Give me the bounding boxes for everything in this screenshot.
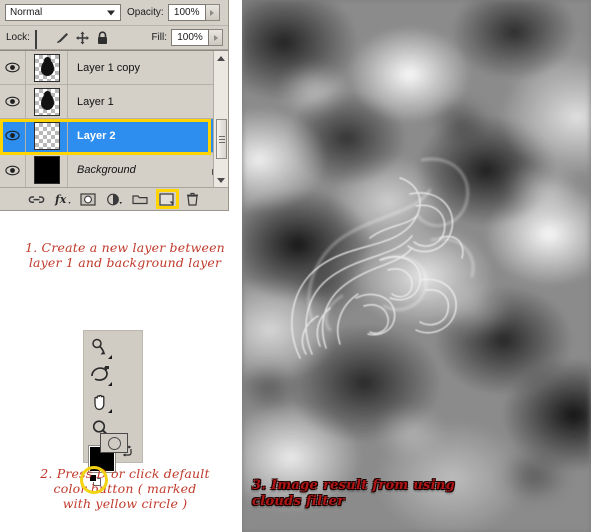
lock-all-icon[interactable] (95, 30, 110, 45)
layer-visibility-toggle[interactable] (0, 153, 26, 187)
eye-icon (5, 165, 20, 175)
lock-label: Lock: (6, 32, 30, 43)
lock-row: Lock: Fill: 100% (0, 26, 228, 50)
scroll-up-button[interactable] (214, 51, 228, 65)
layers-panel: Normal Opacity: 100% Lock: Fill: 100% La… (0, 0, 229, 211)
layer-name: Background (77, 164, 136, 176)
layer-visibility-toggle[interactable] (0, 119, 26, 152)
layer-thumbnail (33, 87, 60, 116)
table-row[interactable]: Layer 1 copy (0, 51, 228, 85)
scroll-down-button[interactable] (214, 173, 228, 187)
fill-input[interactable]: 100% (171, 29, 209, 46)
layer-thumbnail-cell[interactable] (26, 153, 68, 187)
layer-visibility-toggle[interactable] (0, 51, 26, 84)
lock-transparency-icon[interactable] (34, 29, 50, 49)
caption-step-3: 3. Image result from using clouds filter (252, 478, 456, 509)
svg-text:fx: fx (54, 193, 67, 206)
fill-stepper-button[interactable] (209, 29, 223, 46)
layers-panel-toolbar: fx (0, 187, 228, 210)
hand-tool-icon[interactable] (86, 388, 114, 415)
blend-mode-select[interactable]: Normal (5, 4, 121, 21)
new-group-icon[interactable] (132, 191, 149, 207)
opacity-label: Opacity: (127, 7, 164, 18)
opacity-stepper-button[interactable] (205, 4, 220, 21)
tools-grid (84, 331, 142, 442)
eye-icon (5, 96, 20, 107)
layer-thumbnail-cell[interactable] (26, 119, 68, 152)
clouds-filter-result-image: 3. Image result from using clouds filter (242, 0, 591, 532)
layer-thumbnail (33, 53, 60, 82)
layer-style-fx-icon[interactable]: fx (54, 191, 71, 207)
table-row[interactable]: Background (0, 153, 228, 187)
layer-thumbnail-cell[interactable] (26, 51, 68, 84)
link-layers-icon[interactable] (28, 191, 45, 207)
triangle-up-icon (217, 55, 225, 61)
triangle-right-icon (210, 9, 215, 16)
triangle-right-icon (213, 34, 218, 41)
delete-layer-icon[interactable] (184, 191, 201, 207)
tools-panel (80, 330, 143, 494)
chevron-down-icon (107, 10, 115, 15)
layer-name: Layer 2 (77, 129, 116, 142)
blur-tool-icon[interactable] (86, 361, 114, 388)
caption-step-1: 1. Create a new layer between layer 1 an… (25, 240, 225, 270)
new-layer-icon[interactable] (158, 191, 175, 207)
layer-thumbnail (33, 156, 60, 184)
layer-name: Layer 1 (77, 95, 114, 108)
layer-thumbnail-cell[interactable] (26, 85, 68, 118)
layers-scrollbar[interactable] (213, 51, 228, 187)
layer-list: Layer 1 copy Layer 1 Layer 2 Background (0, 50, 228, 187)
yellow-circle-annotation (80, 466, 108, 494)
table-row[interactable]: Layer 1 (0, 85, 228, 119)
eye-icon (5, 130, 20, 141)
caption-step-2: 2. Press D or click default color button… (40, 466, 210, 511)
eye-icon (5, 62, 20, 73)
add-layer-mask-icon[interactable] (80, 191, 97, 207)
lock-image-icon[interactable] (55, 31, 70, 45)
smoke-face-wisps (307, 157, 475, 332)
table-row-selected[interactable]: Layer 2 (0, 119, 228, 153)
layer-visibility-toggle[interactable] (0, 85, 26, 118)
scrollbar-thumb[interactable] (216, 119, 227, 159)
opacity-input[interactable]: 100% (167, 4, 206, 21)
blend-mode-row: Normal Opacity: 100% (0, 0, 228, 26)
dodge-tool-icon[interactable] (86, 334, 114, 361)
new-adjustment-layer-icon[interactable] (106, 191, 123, 207)
layer-name: Layer 1 copy (77, 61, 140, 74)
triangle-down-icon (217, 177, 225, 183)
fill-label: Fill: (151, 32, 167, 43)
quick-mask-mode-icon[interactable] (100, 433, 128, 453)
lock-position-icon[interactable] (75, 31, 90, 45)
left-column: Normal Opacity: 100% Lock: Fill: 100% La… (0, 0, 242, 532)
layer-thumbnail (33, 121, 60, 150)
blend-mode-value: Normal (10, 7, 43, 18)
